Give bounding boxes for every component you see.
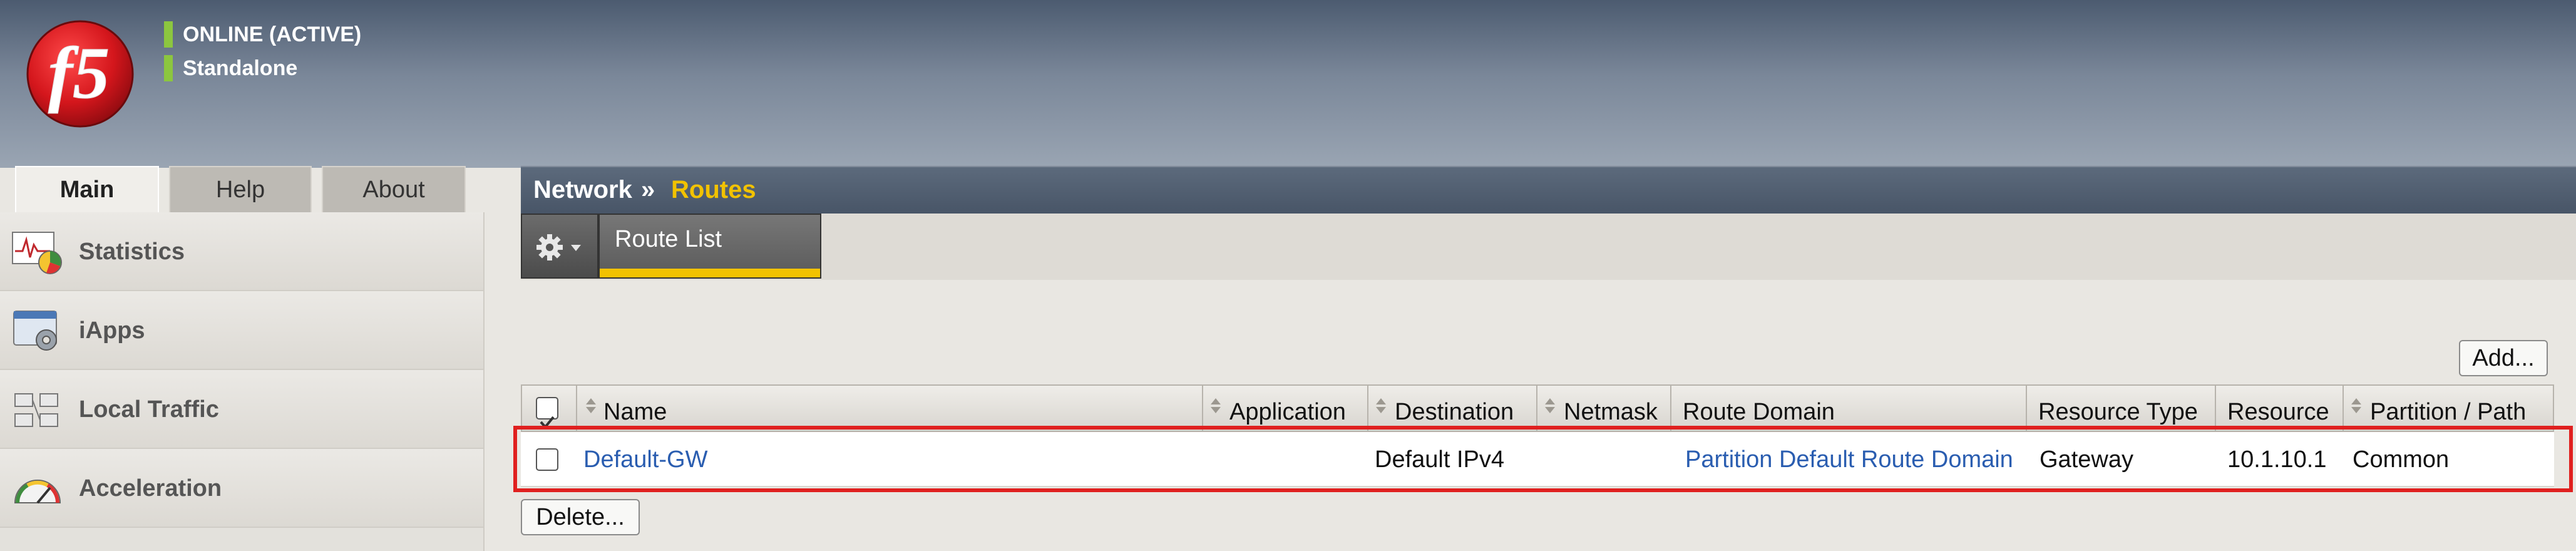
status-secondary-text: Standalone [183, 56, 298, 80]
column-header-destination[interactable]: Destination [1368, 386, 1537, 431]
tab-about[interactable]: About [322, 166, 466, 212]
sidebar-item-acceleration[interactable]: Acceleration [0, 449, 483, 528]
column-header-route-domain: Route Domain [1671, 386, 2027, 431]
toolbar-strip [521, 214, 2576, 280]
logo-text: f5 [48, 32, 110, 114]
table-header: Name Application Destination Netmask Rou… [521, 384, 2554, 432]
acceleration-icon [14, 480, 61, 504]
header-banner [0, 0, 2576, 168]
f5-logo[interactable]: f5 [24, 18, 136, 130]
sidebar-item-label: Local Traffic [79, 396, 219, 423]
status-indicator-secondary [164, 55, 173, 81]
sidebar-item-local-traffic[interactable]: Local Traffic [0, 370, 483, 449]
status-primary-text: ONLINE (ACTIVE) [183, 23, 362, 46]
status-indicator-primary [164, 21, 173, 48]
select-all-checkbox[interactable] [536, 397, 558, 430]
chevron-down-icon [571, 245, 581, 251]
gear-menu-button[interactable] [521, 214, 598, 279]
column-header-partition[interactable]: Partition / Path [2344, 386, 2553, 431]
column-header-resource: Resource [2216, 386, 2344, 431]
gear-icon [536, 234, 581, 260]
sidebar-item-statistics[interactable]: Statistics [0, 212, 483, 291]
sidebar-item-label: Statistics [79, 239, 185, 265]
active-tab-indicator [600, 269, 820, 277]
tab-help[interactable]: Help [169, 166, 312, 212]
selection-highlight [513, 426, 2573, 492]
add-button[interactable]: Add... [2459, 340, 2548, 376]
sidebar-item-label: Acceleration [79, 475, 222, 502]
select-all-column [522, 386, 577, 431]
column-header-application[interactable]: Application [1203, 386, 1368, 431]
sidebar: Statistics iApps Local Traffic Accelerat… [0, 212, 485, 551]
breadcrumb-separator: » [641, 176, 655, 203]
column-header-name[interactable]: Name [577, 386, 1203, 431]
breadcrumb-routes: Routes [671, 176, 756, 203]
iapps-icon [13, 311, 57, 351]
tab-route-list[interactable]: Route List [598, 214, 821, 279]
delete-button[interactable]: Delete... [521, 499, 640, 535]
sidebar-item-iapps[interactable]: iApps [0, 291, 483, 370]
column-header-resource-type: Resource Type [2027, 386, 2216, 431]
breadcrumb: Network » Routes [521, 166, 2576, 214]
sidebar-item-label: iApps [79, 317, 145, 344]
tab-main[interactable]: Main [15, 166, 159, 212]
statistics-icon [12, 232, 62, 274]
breadcrumb-network[interactable]: Network [533, 167, 632, 212]
local-traffic-icon [14, 393, 58, 427]
column-header-netmask[interactable]: Netmask [1537, 386, 1671, 431]
tab-route-list-label: Route List [615, 226, 722, 252]
